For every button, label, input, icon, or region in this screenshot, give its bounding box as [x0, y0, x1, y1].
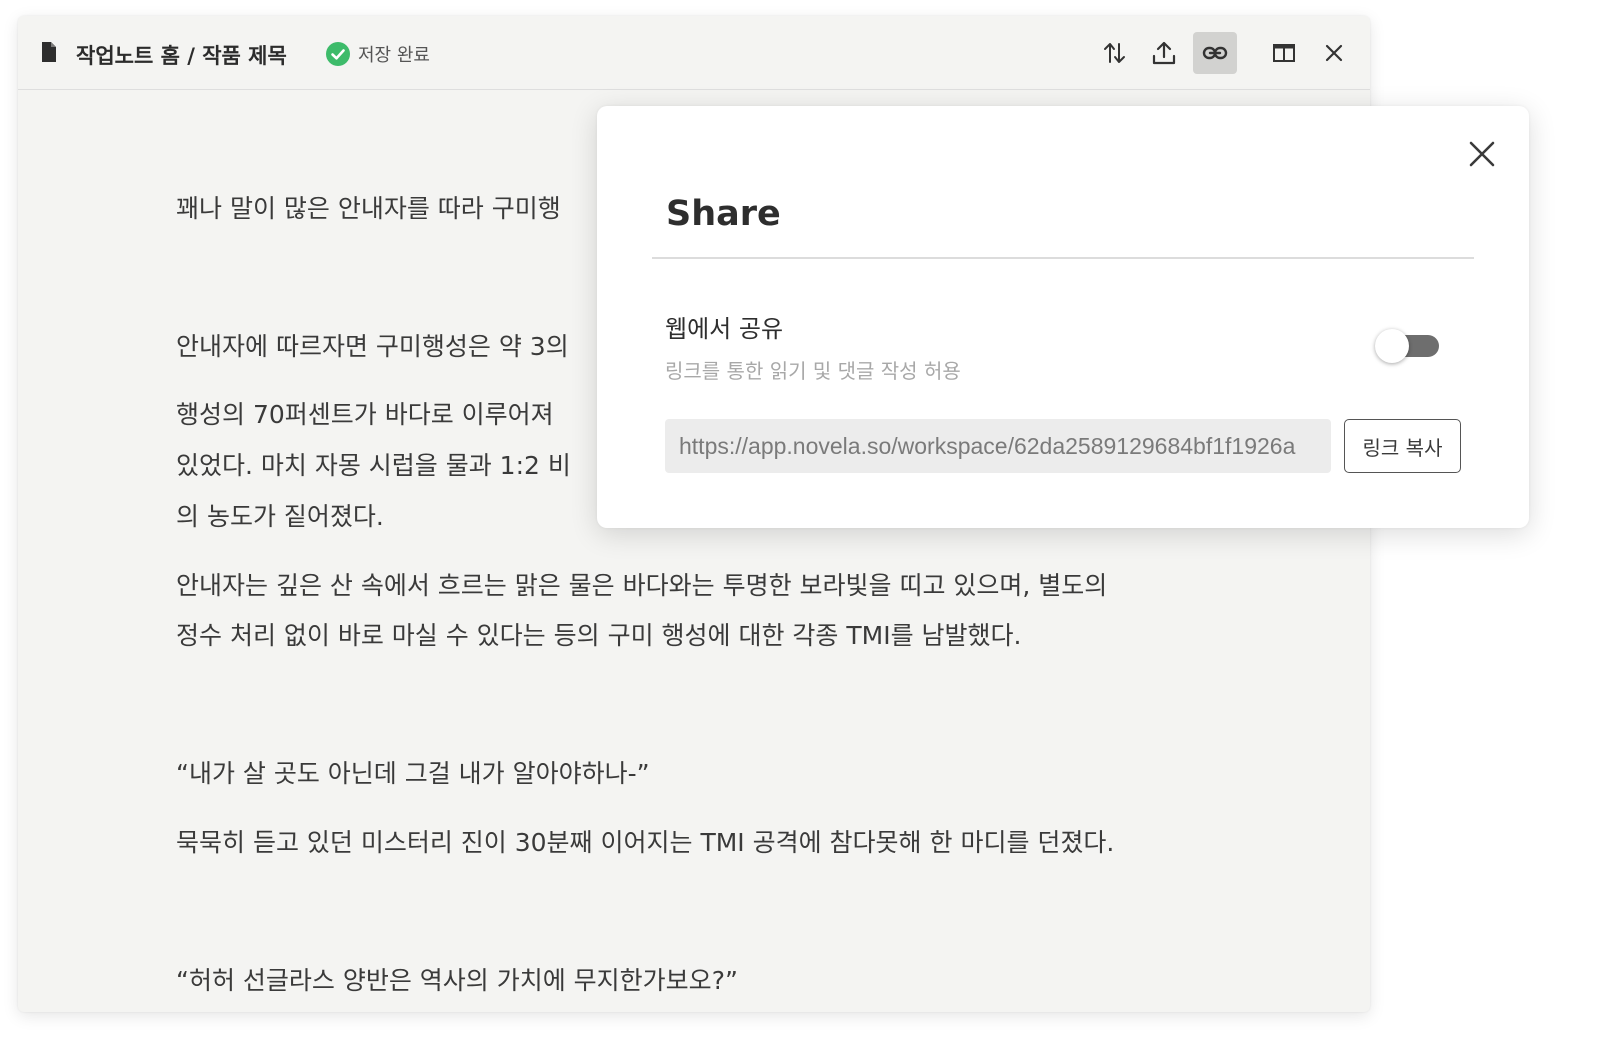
paragraph: 안내자는 깊은 산 속에서 흐르는 맑은 물은 바다와는 투명한 보라빛을 띠고… [176, 571, 1108, 600]
close-icon[interactable] [1467, 139, 1497, 169]
share-url-field[interactable]: https://app.novela.so/workspace/62da2589… [665, 419, 1331, 473]
paragraph: 행성의 70퍼센트가 바다로 이루어져 [176, 400, 554, 429]
close-icon [1325, 44, 1343, 62]
paragraph: 의 농도가 짙어졌다. [176, 502, 384, 531]
sort-icon [1104, 43, 1125, 63]
document-icon [42, 42, 56, 62]
close-window-button[interactable] [1312, 32, 1356, 74]
save-status-text: 저장 완료 [358, 45, 430, 66]
paragraph: 꽤나 말이 많은 안내자를 따라 구미행 [176, 194, 561, 223]
check-circle-icon [326, 42, 350, 66]
modal-title: Share [666, 194, 781, 234]
split-view-icon [1273, 44, 1295, 62]
paragraph: “내가 살 곳도 아닌데 그걸 내가 알아야하나-” [176, 759, 650, 788]
paragraph: 안내자에 따르자면 구미행성은 약 3의 [176, 332, 569, 361]
copy-link-button[interactable]: 링크 복사 [1344, 419, 1461, 473]
divider [652, 257, 1474, 259]
breadcrumb[interactable]: 작업노트 홈 / 작품 제목 [76, 40, 287, 70]
save-status: 저장 완료 [326, 41, 430, 67]
title-bar: 작업노트 홈 / 작품 제목 저장 완료 [18, 16, 1370, 90]
paragraph: 묵묵히 듣고 있던 미스터리 진이 30분째 이어지는 TMI 공격에 참다못해… [176, 828, 1115, 857]
split-view-button[interactable] [1262, 32, 1306, 74]
paragraph: “허허 선글라스 양반은 역사의 가치에 무지한가보오?” [176, 966, 738, 995]
paragraph: 정수 처리 없이 바로 마실 수 있다는 등의 구미 행성에 대한 각종 TMI… [176, 621, 1022, 650]
toggle-knob [1375, 329, 1409, 363]
link-icon [1202, 46, 1228, 60]
export-button[interactable] [1142, 32, 1186, 74]
web-share-description: 링크를 통한 읽기 및 댓글 작성 허용 [665, 359, 961, 383]
web-share-label: 웹에서 공유 [665, 315, 784, 343]
share-link-button[interactable] [1193, 32, 1237, 74]
sort-button[interactable] [1092, 32, 1136, 74]
paragraph: 있었다. 마치 자몽 시럽을 물과 1:2 비 [176, 451, 571, 480]
share-modal: Share 웹에서 공유 링크를 통한 읽기 및 댓글 작성 허용 https:… [597, 106, 1529, 528]
web-share-toggle[interactable] [1375, 328, 1441, 364]
upload-icon [1152, 41, 1176, 65]
